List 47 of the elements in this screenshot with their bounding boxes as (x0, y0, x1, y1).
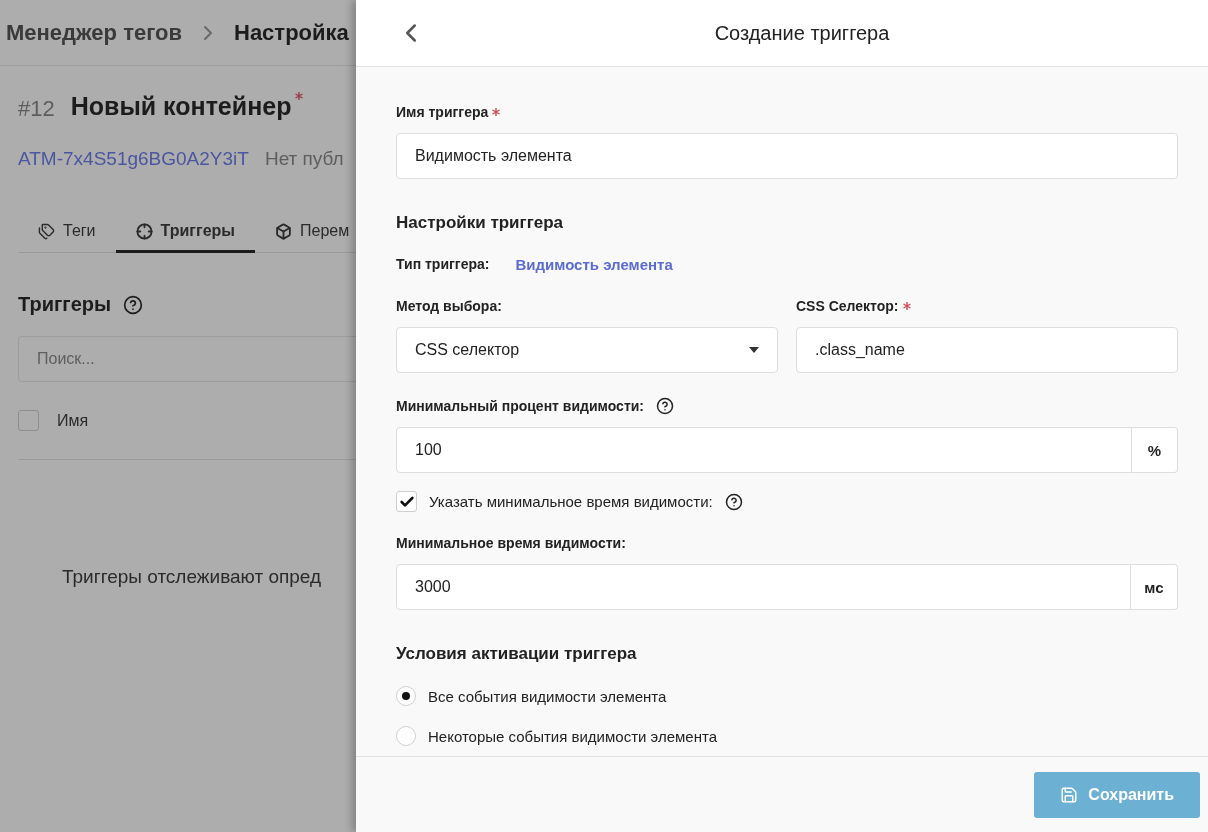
save-icon (1060, 785, 1079, 804)
help-icon[interactable] (656, 397, 674, 415)
help-icon[interactable] (724, 492, 743, 511)
checkbox-label: Указать минимальное время видимости: (429, 493, 713, 510)
field-label: Минимальное время видимости: (396, 535, 626, 551)
required-icon (902, 302, 911, 310)
trigger-name-field[interactable]: Видимость элемента (396, 133, 1178, 179)
radio-label: Некоторые события видимости элемента (428, 727, 717, 745)
section-title: Триггеры (18, 293, 112, 316)
tab[interactable]: Триггеры (115, 214, 255, 253)
percent-field[interactable]: 100 (396, 427, 1132, 473)
time-field[interactable]: 3000 (396, 564, 1131, 610)
tags-icon (38, 222, 55, 240)
breadcrumb-item: Настройка (234, 19, 349, 46)
checkbox[interactable] (396, 491, 417, 512)
radio-label: Все события видимости элемента (428, 687, 667, 705)
unit-label: мс (1130, 564, 1178, 610)
unit-label: % (1132, 427, 1178, 473)
radio-button[interactable] (396, 726, 416, 746)
publish-status: Нет публ (264, 148, 344, 170)
required-icon (295, 92, 304, 100)
caret-down-icon (749, 347, 759, 353)
field-label: Минимальный процент видимости: (396, 398, 644, 414)
field-label: Тип триггера: (396, 256, 490, 272)
crosshair-icon (135, 222, 153, 240)
method-select[interactable]: CSS селектор (396, 327, 778, 373)
tab[interactable]: Теги (18, 214, 116, 253)
search-field[interactable]: Поиск... (18, 336, 356, 382)
select-all-checkbox[interactable] (18, 410, 39, 431)
help-icon[interactable] (123, 294, 144, 315)
empty-state-text: Триггеры отслеживают опред (62, 566, 323, 588)
field-label: Имя триггера (396, 104, 489, 120)
dialog-title: Создание триггера (713, 21, 891, 45)
radio-button[interactable] (396, 686, 416, 706)
container-number: #12 (18, 96, 55, 122)
breadcrumb-item[interactable]: Менеджер тегов (6, 19, 182, 46)
section-heading: Условия активации триггера (396, 644, 638, 664)
column-header: Имя (57, 411, 89, 430)
tab[interactable]: Перем (255, 214, 356, 253)
container-name: Новый контейнер (70, 92, 292, 121)
field-label: CSS Селектор: (796, 298, 899, 314)
trigger-type-value: Видимость элемента (515, 255, 673, 273)
section-heading: Настройки триггера (396, 213, 565, 233)
required-icon (492, 108, 501, 116)
cube-icon (275, 222, 292, 240)
css-selector-field[interactable]: .class_name (796, 327, 1178, 373)
field-label: Метод выбора: (396, 298, 502, 314)
